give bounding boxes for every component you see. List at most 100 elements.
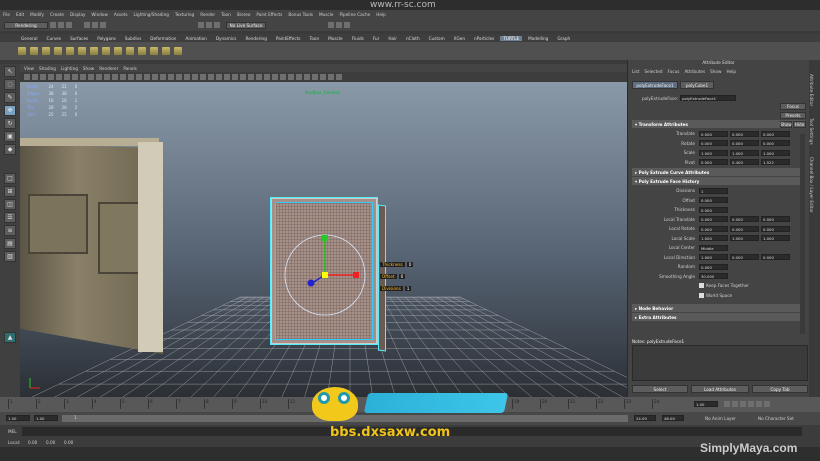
shelf-tab-nparticles[interactable]: nParticles	[471, 36, 497, 41]
shelf-tab-modelling[interactable]: Modelling	[525, 36, 551, 41]
panel-tool-icon[interactable]	[232, 74, 238, 80]
ae-menu-focus[interactable]: Focus	[667, 69, 679, 74]
thickness-label[interactable]: Thickness 0	[380, 262, 414, 267]
menu-bonus-tools[interactable]: Bonus Tools	[288, 12, 313, 17]
shelf-tool-icon[interactable]	[30, 47, 38, 55]
menu-texturing[interactable]: Texturing	[175, 12, 194, 17]
attr-field[interactable]: 0.000	[761, 130, 790, 137]
attr-field[interactable]: 0.000	[699, 216, 728, 223]
step-forward-icon[interactable]	[756, 401, 762, 407]
attr-field[interactable]: 1.000	[699, 254, 728, 261]
panel-tool-icon[interactable]	[304, 74, 310, 80]
panel-tool-icon[interactable]	[96, 74, 102, 80]
panel-tool-icon[interactable]	[56, 74, 62, 80]
end-time-field[interactable]: 48.00	[662, 415, 684, 421]
attr-field[interactable]: Middle	[699, 244, 728, 251]
ae-menu-selected[interactable]: Selected	[644, 69, 662, 74]
hide-button[interactable]: Hide	[793, 121, 806, 128]
x-scale-box[interactable]	[353, 272, 359, 278]
attr-field[interactable]: 0.000	[699, 263, 728, 270]
attr-field[interactable]: 0.000	[730, 216, 759, 223]
menu-toon[interactable]: Toon	[221, 12, 231, 17]
attr-field[interactable]: 0.000	[730, 254, 759, 261]
shelf-tool-icon[interactable]	[102, 47, 110, 55]
panel-tool-icon[interactable]	[240, 74, 246, 80]
scale-tool-icon[interactable]: ▣	[4, 131, 16, 142]
shelf-tab-dynamics[interactable]: Dynamics	[213, 36, 240, 41]
panel-tool-icon[interactable]	[216, 74, 222, 80]
panel-menu-view[interactable]: View	[24, 66, 34, 71]
play-forward-icon[interactable]	[748, 401, 754, 407]
attr-field[interactable]: 1.522	[761, 159, 790, 166]
attr-field[interactable]: 1.000	[699, 235, 728, 242]
panel-tool-icon[interactable]	[224, 74, 230, 80]
center-handle[interactable]	[322, 272, 328, 278]
two-pane-layout-icon[interactable]: ◫	[4, 199, 16, 210]
shelf-tab-hair[interactable]: Hair	[385, 36, 400, 41]
panel-menu-panels[interactable]: Panels	[123, 66, 136, 71]
lasso-tool-icon[interactable]: ◌	[4, 79, 16, 90]
panel-menu-shading[interactable]: Shading	[39, 66, 56, 71]
shelf-tab-ncloth[interactable]: nCloth	[403, 36, 423, 41]
offset-label[interactable]: Offset 0	[380, 274, 413, 279]
panel-tool-icon[interactable]	[136, 74, 142, 80]
shelf-tab-subdivs[interactable]: Subdivs	[122, 36, 144, 41]
shelf-tool-icon[interactable]	[138, 47, 146, 55]
save-scene-icon[interactable]	[66, 22, 72, 28]
snap-point-icon[interactable]	[214, 22, 220, 28]
divisions-label[interactable]: Divisions 1	[380, 286, 413, 291]
panel-tool-icon[interactable]	[328, 74, 334, 80]
menu-muscle[interactable]: Muscle	[319, 12, 334, 17]
presets-button[interactable]: Presets	[780, 112, 806, 119]
ipr-render-icon[interactable]	[336, 22, 342, 28]
shelf-tab-toon[interactable]: Toon	[306, 36, 322, 41]
panel-tool-icon[interactable]	[264, 74, 270, 80]
menu-display[interactable]: Display	[70, 12, 85, 17]
menu-create[interactable]: Create	[50, 12, 64, 17]
shelf-tab-xgen[interactable]: XGen	[451, 36, 468, 41]
node-behavior-header[interactable]: ▸ Node Behavior	[632, 304, 805, 312]
start-time-field[interactable]: 1.00	[6, 415, 30, 421]
shelf-tool-icon[interactable]	[90, 47, 98, 55]
menu-lighting-shading[interactable]: Lighting/Shading	[134, 12, 169, 17]
select-tool-icon[interactable]: ↖	[4, 66, 16, 77]
panel-tool-icon[interactable]	[248, 74, 254, 80]
shelf-tool-icon[interactable]	[150, 47, 158, 55]
graph-layout-icon[interactable]: ≡	[4, 225, 16, 236]
menu-assets[interactable]: Assets	[114, 12, 128, 17]
panel-tool-icon[interactable]	[272, 74, 278, 80]
shelf-tool-icon[interactable]	[162, 47, 170, 55]
panel-menu-show[interactable]: Show	[83, 66, 94, 71]
node-name-field[interactable]: polyExtrudeFace1	[680, 95, 737, 101]
load-attributes-button[interactable]: Load Attributes	[691, 385, 749, 393]
shelf-tool-icon[interactable]	[114, 47, 122, 55]
shelf-tool-icon[interactable]	[54, 47, 62, 55]
shelf-tab-turtle[interactable]: TURTLE	[500, 35, 523, 41]
menu-paint-effects[interactable]: Paint Effects	[256, 12, 282, 17]
turtle-icon[interactable]: ▲	[4, 332, 16, 343]
shelf-tab-graph[interactable]: Graph	[554, 36, 573, 41]
attr-field[interactable]: 0.000	[699, 159, 728, 166]
last-tool-icon[interactable]: ◆	[4, 144, 16, 155]
shelf-tool-icon[interactable]	[66, 47, 74, 55]
panel-menu-renderer[interactable]: Renderer	[99, 66, 118, 71]
attr-field[interactable]: 0.400	[730, 159, 759, 166]
hypershade-layout-icon[interactable]: ▤	[4, 238, 16, 249]
panel-tool-icon[interactable]	[120, 74, 126, 80]
open-scene-icon[interactable]	[58, 22, 64, 28]
checkbox[interactable]	[699, 283, 704, 289]
go-to-start-icon[interactable]	[724, 401, 730, 407]
shelf-tab-polygons[interactable]: Polygons	[94, 36, 119, 41]
show-button[interactable]: Show	[780, 121, 792, 128]
select-object-icon[interactable]	[92, 22, 98, 28]
attr-field[interactable]: 0.000	[730, 225, 759, 232]
panel-tool-icon[interactable]	[184, 74, 190, 80]
shelf-tool-icon[interactable]	[78, 47, 86, 55]
shelf-tab-rendering[interactable]: Rendering	[242, 36, 269, 41]
menu-stereo[interactable]: Stereo	[237, 12, 251, 17]
snap-grid-icon[interactable]	[198, 22, 204, 28]
step-back-icon[interactable]	[732, 401, 738, 407]
shelf-tab-animation[interactable]: Animation	[182, 36, 209, 41]
cmd-language-label[interactable]: MEL	[8, 429, 17, 434]
attr-field[interactable]: 0.000	[699, 206, 728, 213]
